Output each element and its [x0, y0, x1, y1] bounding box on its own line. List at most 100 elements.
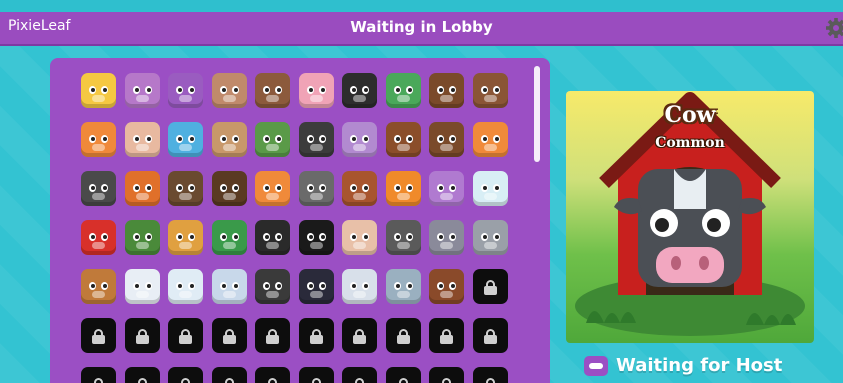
page-title: Waiting in Lobby [350, 18, 493, 36]
blook-option[interactable] [124, 220, 160, 255]
lock-icon [92, 378, 105, 383]
blook-option[interactable] [385, 220, 421, 255]
blook-option[interactable] [81, 220, 116, 255]
blook-option[interactable] [211, 122, 247, 157]
blook-option[interactable] [298, 220, 334, 255]
blook-option[interactable] [298, 171, 334, 206]
locked-blook [472, 318, 508, 353]
blook-grid [81, 73, 508, 383]
blook-rarity: Common [655, 135, 725, 151]
blook-option[interactable] [211, 171, 247, 206]
lock-icon [179, 378, 192, 383]
lock-icon [266, 329, 279, 344]
blook-selection-panel [50, 58, 550, 383]
blook-option[interactable] [472, 73, 508, 108]
blook-option[interactable] [342, 171, 377, 206]
blook-option[interactable] [211, 269, 247, 304]
waiting-for-host-text: Waiting for Host [616, 355, 783, 376]
blook-option[interactable] [168, 122, 203, 157]
locked-blook [81, 367, 116, 383]
blook-option[interactable] [168, 171, 203, 206]
blook-option[interactable] [124, 171, 160, 206]
lock-icon [397, 378, 410, 383]
waiting-status: Waiting for Host [584, 355, 782, 376]
blook-option[interactable] [255, 220, 290, 255]
blook-option[interactable] [472, 122, 508, 157]
lock-icon [440, 329, 453, 344]
blook-option[interactable] [429, 220, 464, 255]
lock-icon [223, 378, 236, 383]
blook-option[interactable] [81, 73, 116, 108]
lock-icon [483, 280, 497, 295]
locked-blook [255, 367, 290, 383]
blook-option[interactable] [124, 73, 160, 108]
lock-icon [353, 329, 366, 344]
blook-option[interactable] [168, 269, 203, 304]
lock-icon [136, 378, 149, 383]
locked-blook [429, 367, 464, 383]
locked-blook [342, 318, 377, 353]
lock-icon [92, 329, 105, 344]
locked-blook [298, 367, 334, 383]
lock-icon [310, 378, 323, 383]
lock-icon [396, 329, 410, 344]
locked-blook [472, 367, 508, 383]
blook-option[interactable] [168, 220, 203, 255]
blook-option[interactable] [385, 171, 421, 206]
blook-option[interactable] [81, 171, 116, 206]
locked-blook [211, 367, 247, 383]
blook-option[interactable] [298, 269, 334, 304]
locked-blook [211, 318, 247, 353]
blook-option[interactable] [255, 269, 290, 304]
blook-option[interactable] [429, 171, 464, 206]
locked-blook [342, 367, 377, 383]
blook-option[interactable] [81, 269, 116, 304]
blook-option[interactable] [342, 220, 377, 255]
scrollbar[interactable] [534, 66, 540, 162]
blook-option[interactable] [211, 73, 247, 108]
blook-option[interactable] [298, 122, 334, 157]
locked-blook [81, 318, 116, 353]
locked-blook [168, 367, 203, 383]
blook-option[interactable] [429, 73, 464, 108]
blook-option[interactable] [255, 73, 290, 108]
blook-option[interactable] [255, 122, 290, 157]
locked-blook [124, 318, 160, 353]
lock-icon [353, 378, 366, 383]
blook-option[interactable] [385, 73, 421, 108]
gear-icon[interactable] [823, 16, 843, 40]
locked-blook [385, 318, 421, 353]
blook-option[interactable] [211, 220, 247, 255]
blook-option[interactable] [429, 269, 464, 304]
cow-barn-illustration [575, 92, 805, 336]
blook-option[interactable] [429, 122, 464, 157]
locked-blook [255, 318, 290, 353]
lock-icon [484, 378, 497, 383]
locked-blook [168, 318, 203, 353]
locked-blook [298, 318, 334, 353]
blook-option[interactable] [342, 73, 377, 108]
controller-icon [584, 355, 608, 376]
locked-blook [472, 269, 508, 304]
lock-icon [222, 329, 236, 344]
blook-option[interactable] [385, 122, 421, 157]
blook-option[interactable] [81, 122, 116, 157]
blook-option[interactable] [168, 73, 203, 108]
blook-option[interactable] [124, 122, 160, 157]
blook-option[interactable] [255, 171, 290, 206]
locked-blook [429, 318, 464, 353]
locked-blook [124, 367, 160, 383]
blook-name: Cow [664, 102, 716, 128]
blook-option[interactable] [298, 73, 334, 108]
blook-option[interactable] [472, 171, 508, 206]
blook-option[interactable] [124, 269, 160, 304]
blook-option[interactable] [472, 220, 508, 255]
blook-option[interactable] [342, 122, 377, 157]
blook-option[interactable] [342, 269, 377, 304]
lock-icon [179, 329, 192, 344]
blook-option[interactable] [385, 269, 421, 304]
lock-icon [309, 329, 323, 344]
lock-icon [440, 378, 453, 383]
locked-blook [385, 367, 421, 383]
lock-icon [483, 329, 497, 344]
